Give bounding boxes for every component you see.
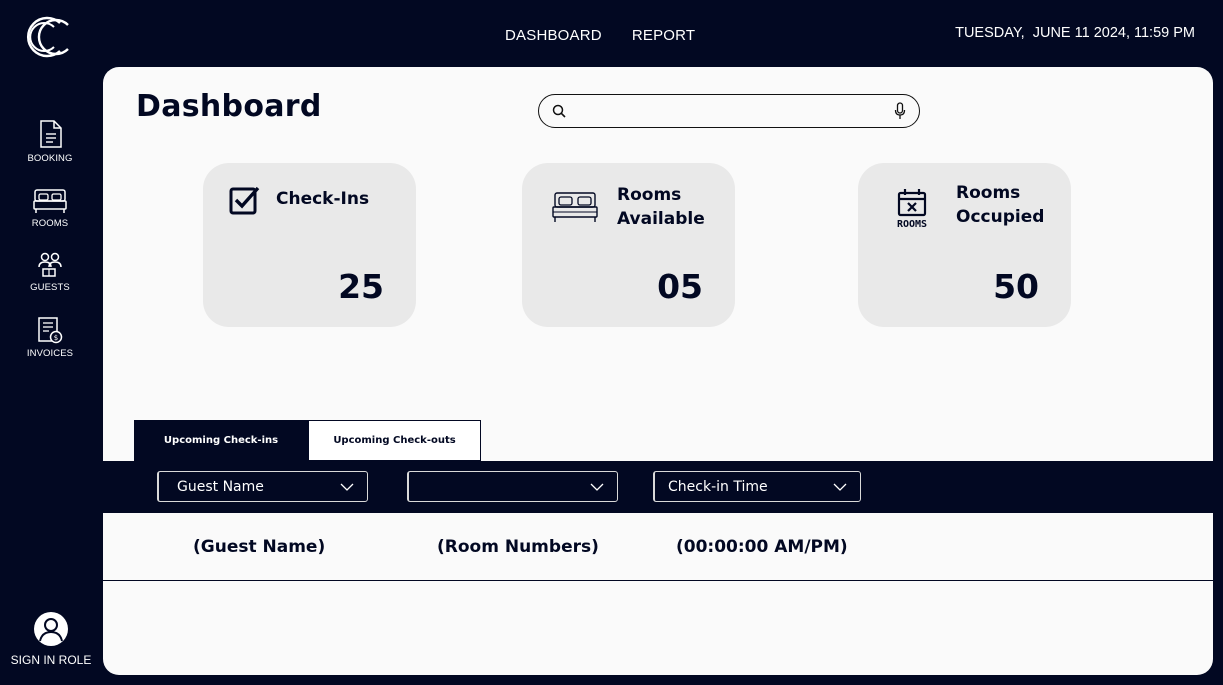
card-title: Rooms Occupied <box>956 181 1044 229</box>
card-title-line1: Rooms <box>617 185 682 205</box>
cell-room-numbers: (Room Numbers) <box>437 537 599 557</box>
calendar-rooms-icon: ROOMS <box>897 189 927 230</box>
chevron-down-icon <box>833 483 847 491</box>
sidebar-item-invoices[interactable]: $ INVOICES <box>0 315 100 359</box>
cell-guest-name: (Guest Name) <box>193 537 326 557</box>
card-value: 05 <box>657 267 703 306</box>
guest-name-dropdown[interactable]: Guest Name <box>157 471 368 502</box>
search-icon[interactable] <box>552 104 566 118</box>
sidebar-item-label: BOOKING <box>27 153 73 164</box>
card-title-line1: Check-Ins <box>276 189 370 209</box>
svg-text:$: $ <box>54 334 58 342</box>
nav-report[interactable]: REPORT <box>632 27 695 44</box>
checkin-tabs: Upcoming Check-ins Upcoming Check-outs <box>134 420 481 461</box>
sidebar-item-label: ROOMS <box>31 218 69 229</box>
check-ins-card[interactable]: Check-Ins 25 <box>203 163 416 327</box>
invoice-icon: $ <box>38 317 63 344</box>
sidebar-item-booking[interactable]: BOOKING <box>0 118 100 164</box>
document-icon <box>40 120 62 148</box>
rooms-available-card[interactable]: Rooms Available 05 <box>522 163 735 327</box>
sidebar-item-guests[interactable]: GUESTS <box>0 251 100 293</box>
sign-in-label: SIGN IN ROLE <box>10 653 92 667</box>
card-title-line1: Rooms <box>956 183 1021 203</box>
search-input[interactable] <box>577 100 877 122</box>
card-title: Check-Ins <box>276 187 369 211</box>
tab-upcoming-check-outs[interactable]: Upcoming Check-outs <box>308 420 481 461</box>
microphone-icon[interactable] <box>894 102 906 120</box>
app-logo[interactable] <box>24 14 78 60</box>
search-bar <box>538 94 920 128</box>
sidebar-item-label: INVOICES <box>26 348 74 359</box>
card-value: 25 <box>338 267 384 306</box>
dropdown-label: Guest Name <box>177 479 264 495</box>
sign-in-role[interactable]: SIGN IN ROLE <box>0 611 102 667</box>
card-title-line2: Occupied <box>956 207 1045 227</box>
checkbox-icon <box>229 186 260 215</box>
dropdown-label: Check-in Time <box>668 479 768 495</box>
table-row[interactable]: (Guest Name) (Room Numbers) (00:00:00 AM… <box>103 513 1213 581</box>
page-title: Dashboard <box>136 89 322 124</box>
top-nav: DASHBOARD REPORT <box>505 27 695 44</box>
nav-dashboard[interactable]: DASHBOARD <box>505 27 602 44</box>
room-number-dropdown[interactable] <box>407 471 618 502</box>
chevron-down-icon <box>590 483 604 491</box>
current-datetime: TUESDAY, JUNE 11 2024, 11:59 PM <box>955 25 1195 41</box>
cell-check-in-time: (00:00:00 AM/PM) <box>676 537 848 557</box>
bed-icon <box>552 192 598 222</box>
tab-upcoming-check-ins[interactable]: Upcoming Check-ins <box>134 420 308 461</box>
rooms-occupied-card[interactable]: ROOMS Rooms Occupied 50 <box>858 163 1071 327</box>
check-in-time-dropdown[interactable]: Check-in Time <box>653 471 861 502</box>
filter-bar: Guest Name Check-in Time <box>103 461 1213 513</box>
card-title: Rooms Available <box>617 183 705 231</box>
chevron-down-icon <box>340 483 354 491</box>
sidebar-item-rooms[interactable]: ROOMS <box>0 187 100 229</box>
card-value: 50 <box>993 267 1039 306</box>
calendar-icon-text: ROOMS <box>897 219 927 230</box>
main-panel: Dashboard Check-Ins 25 Rooms Available 0… <box>103 67 1213 675</box>
sidebar-item-label: GUESTS <box>30 282 70 293</box>
user-avatar-icon <box>34 612 68 646</box>
bed-icon <box>33 189 67 213</box>
card-title-line2: Available <box>617 209 705 229</box>
guests-icon <box>38 252 62 277</box>
logo-icon <box>27 16 69 58</box>
